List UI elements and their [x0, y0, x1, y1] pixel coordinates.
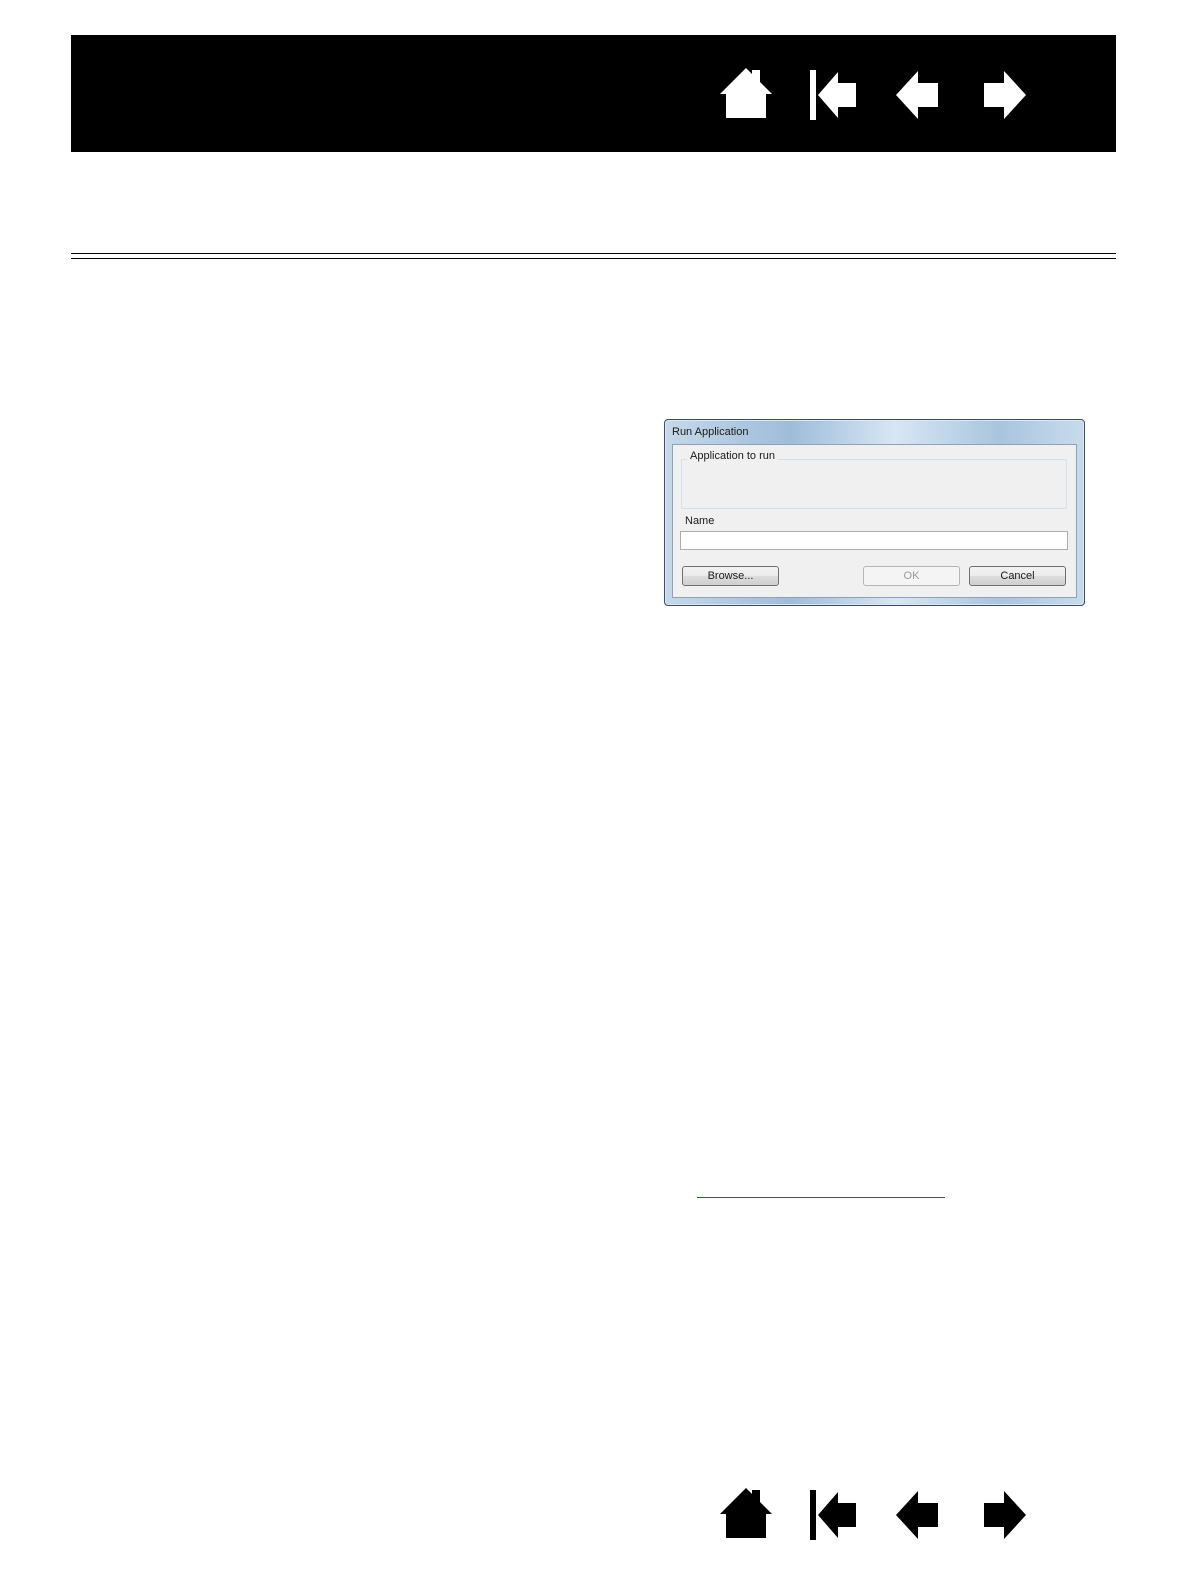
ok-button[interactable]: OK	[863, 566, 960, 586]
browse-button[interactable]: Browse...	[682, 566, 779, 586]
previous-page-icon	[896, 71, 938, 119]
next-page-icon	[984, 71, 1026, 119]
home-icon	[720, 1488, 772, 1538]
previous-page-icon	[896, 1491, 938, 1539]
dialog-title: Run Application	[672, 426, 749, 438]
next-page-icon	[984, 1491, 1026, 1539]
header-rule-bottom	[71, 258, 1116, 259]
home-button[interactable]	[716, 1486, 776, 1546]
first-page-button[interactable]	[804, 66, 864, 126]
previous-page-button[interactable]	[892, 66, 952, 126]
cancel-button[interactable]: Cancel	[969, 566, 1066, 586]
name-input[interactable]	[680, 531, 1068, 550]
header-rule-top	[71, 253, 1116, 254]
hyperlink-underline[interactable]	[697, 1197, 945, 1198]
first-page-icon	[810, 1490, 856, 1540]
first-page-icon	[810, 70, 856, 120]
application-groupbox	[681, 459, 1067, 509]
bottom-navigation	[716, 1486, 1036, 1546]
next-page-button[interactable]	[980, 1486, 1040, 1546]
home-button[interactable]	[716, 66, 776, 126]
first-page-button[interactable]	[804, 1486, 864, 1546]
next-page-button[interactable]	[980, 66, 1040, 126]
top-navigation	[716, 66, 1036, 126]
previous-page-button[interactable]	[892, 1486, 952, 1546]
run-application-dialog: Run Application Application to run Name …	[664, 419, 1085, 606]
name-label: Name	[685, 515, 715, 527]
home-icon	[720, 68, 772, 118]
dialog-body: Application to run Name Browse... OK Can…	[672, 444, 1077, 598]
groupbox-label: Application to run	[687, 450, 778, 462]
